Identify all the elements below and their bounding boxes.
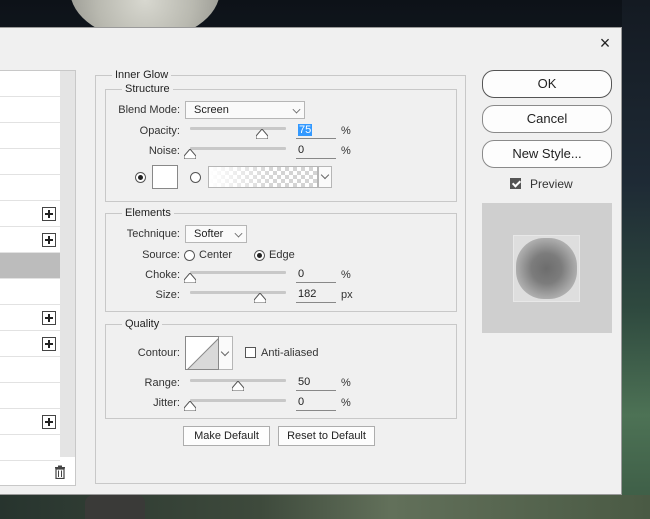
jitter-slider-thumb[interactable] bbox=[184, 401, 196, 411]
opacity-label: Opacity: bbox=[139, 125, 180, 137]
plus-icon[interactable] bbox=[42, 337, 56, 351]
list-item[interactable] bbox=[0, 383, 60, 409]
size-px-unit: px bbox=[341, 289, 353, 301]
jitter-percent: % bbox=[341, 397, 351, 409]
preview-area bbox=[482, 203, 612, 333]
color-fill-radio[interactable] bbox=[135, 172, 146, 183]
technique-select[interactable]: Softer bbox=[185, 225, 247, 243]
chevron-down-icon bbox=[292, 105, 301, 114]
opacity-input[interactable]: 75 bbox=[296, 124, 336, 139]
structure-title: Structure bbox=[122, 83, 173, 95]
size-slider-thumb[interactable] bbox=[254, 293, 267, 303]
choke-slider-thumb[interactable] bbox=[184, 273, 196, 283]
choke-input[interactable]: 0 bbox=[296, 268, 336, 283]
ok-button[interactable]: OK bbox=[482, 70, 612, 98]
technique-label: Technique: bbox=[126, 228, 180, 240]
gradient-swatch[interactable] bbox=[208, 166, 318, 188]
preview-checkbox[interactable] bbox=[510, 178, 521, 189]
size-slider[interactable] bbox=[190, 291, 286, 294]
glow-color-swatch[interactable] bbox=[152, 165, 178, 189]
cancel-button[interactable]: Cancel bbox=[482, 105, 612, 133]
range-percent: % bbox=[341, 377, 351, 389]
source-label: Source: bbox=[142, 249, 180, 261]
anti-aliased-checkbox[interactable] bbox=[245, 347, 256, 358]
range-slider-thumb[interactable] bbox=[232, 381, 244, 391]
trash-icon[interactable] bbox=[54, 465, 66, 479]
blend-mode-label: Blend Mode: bbox=[118, 104, 180, 116]
gradient-dropdown[interactable] bbox=[318, 166, 332, 188]
source-edge-radio[interactable] bbox=[254, 250, 265, 261]
choke-percent: % bbox=[341, 269, 351, 281]
plus-icon[interactable] bbox=[42, 311, 56, 325]
inner-glow-title: Inner Glow bbox=[112, 69, 172, 81]
blend-mode-select[interactable]: Screen bbox=[185, 101, 305, 119]
background-figure bbox=[85, 495, 145, 519]
noise-input[interactable]: 0 bbox=[296, 144, 336, 159]
range-input[interactable]: 50 bbox=[296, 376, 336, 391]
choke-slider[interactable] bbox=[190, 271, 286, 274]
opacity-value: 75 bbox=[298, 124, 313, 136]
list-item[interactable] bbox=[0, 97, 60, 123]
plus-icon[interactable] bbox=[42, 207, 56, 221]
opacity-percent: % bbox=[341, 125, 351, 137]
plus-icon[interactable] bbox=[42, 415, 56, 429]
styles-list-scrollbar[interactable] bbox=[60, 71, 75, 457]
plus-icon[interactable] bbox=[42, 233, 56, 247]
contour-linear-icon bbox=[187, 338, 218, 369]
list-item[interactable] bbox=[0, 435, 60, 461]
noise-label: Noise: bbox=[148, 145, 180, 157]
preview-thumbnail bbox=[513, 235, 580, 302]
close-icon[interactable]: × bbox=[594, 34, 616, 52]
styles-list bbox=[0, 70, 76, 486]
make-default-button[interactable]: Make Default bbox=[183, 426, 270, 446]
jitter-slider[interactable] bbox=[190, 399, 286, 402]
size-input[interactable]: 182 bbox=[296, 288, 336, 303]
noise-slider[interactable] bbox=[190, 147, 286, 150]
size-label: Size: bbox=[155, 289, 180, 301]
jitter-input[interactable]: 0 bbox=[296, 396, 336, 411]
technique-value: Softer bbox=[194, 228, 224, 240]
quality-title: Quality bbox=[122, 318, 163, 330]
list-item[interactable] bbox=[0, 357, 60, 383]
list-item[interactable] bbox=[0, 279, 60, 305]
range-label: Range: bbox=[144, 377, 180, 389]
opacity-slider-thumb[interactable] bbox=[256, 129, 268, 139]
list-item[interactable] bbox=[0, 71, 60, 97]
gradient-fill-radio[interactable] bbox=[190, 172, 201, 183]
anti-aliased-label: Anti-aliased bbox=[261, 347, 319, 359]
blend-mode-value: Screen bbox=[194, 104, 229, 116]
source-center-label: Center bbox=[199, 249, 233, 261]
contour-dropdown[interactable] bbox=[219, 336, 233, 370]
new-style-button[interactable]: New Style... bbox=[482, 140, 612, 168]
source-edge-label: Edge bbox=[269, 249, 295, 261]
jitter-label: Jitter: bbox=[153, 397, 180, 409]
list-item[interactable] bbox=[0, 175, 60, 201]
chevron-down-icon bbox=[234, 229, 243, 238]
choke-label: Choke: bbox=[145, 269, 180, 281]
reset-to-default-button[interactable]: Reset to Default bbox=[278, 426, 375, 446]
list-item[interactable] bbox=[0, 123, 60, 149]
contour-thumbnail[interactable] bbox=[185, 336, 219, 370]
contour-label: Contour: bbox=[137, 347, 180, 359]
noise-slider-thumb[interactable] bbox=[184, 149, 196, 159]
noise-percent: % bbox=[341, 145, 351, 157]
background-scene-right bbox=[622, 0, 650, 519]
opacity-slider[interactable] bbox=[190, 127, 286, 130]
list-item[interactable] bbox=[0, 149, 60, 175]
source-center-radio[interactable] bbox=[184, 250, 195, 261]
list-item-selected[interactable] bbox=[0, 253, 60, 279]
elements-title: Elements bbox=[122, 207, 174, 219]
preview-label: Preview bbox=[530, 177, 573, 191]
